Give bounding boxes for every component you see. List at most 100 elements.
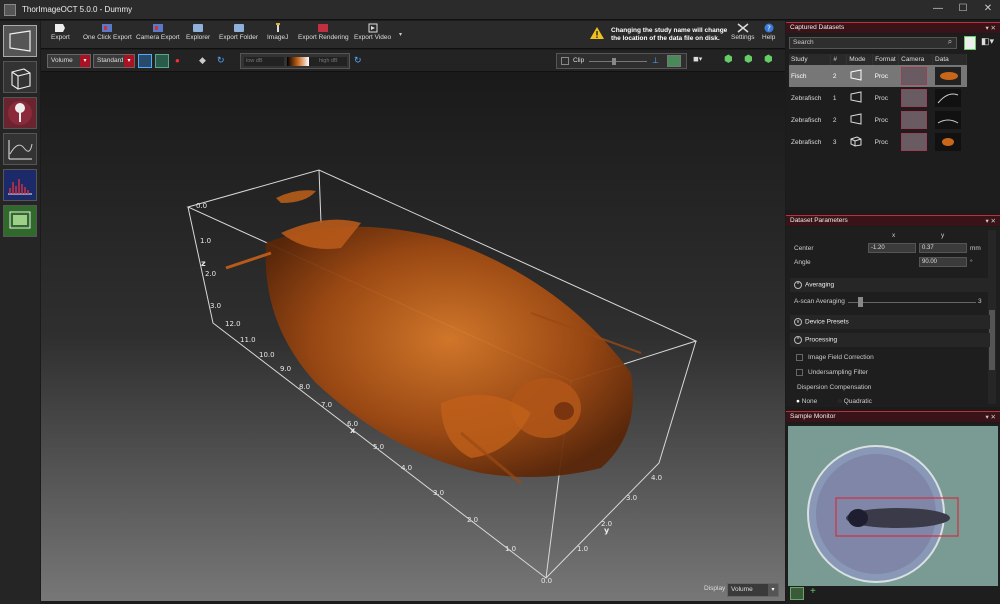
- camera-thumbnail: [900, 67, 927, 85]
- display-select[interactable]: Volume ▾: [727, 583, 779, 597]
- undersampling-checkbox[interactable]: [796, 369, 803, 376]
- clip-image-icon[interactable]: [667, 55, 681, 67]
- sample-monitor-title: Sample Monitor: [790, 413, 836, 420]
- processing-section-header[interactable]: ^ Processing: [790, 333, 990, 347]
- mode-2d-icon: [847, 109, 873, 131]
- dock-3d-view-button[interactable]: [3, 61, 37, 93]
- column-format[interactable]: Format: [872, 54, 900, 65]
- clip-slider-handle[interactable]: [612, 58, 616, 65]
- colormap-button[interactable]: [155, 54, 169, 68]
- close-icon[interactable]: ✕: [980, 3, 996, 14]
- db-range-slider[interactable]: low dB high dB: [240, 53, 350, 69]
- clip-checkbox[interactable]: [561, 57, 569, 65]
- study-options-icon[interactable]: ◧▾: [981, 36, 995, 50]
- angle-input[interactable]: 90.00: [919, 257, 967, 267]
- export-video-label: Export Video: [354, 34, 392, 41]
- one-click-export-button[interactable]: One Click Export: [83, 23, 132, 41]
- x-axis-label: x: [350, 426, 356, 435]
- view-toggle-button[interactable]: [138, 54, 152, 68]
- dispersion-quadratic-radio[interactable]: ○ Quadratic: [838, 398, 872, 405]
- cube-top-icon[interactable]: ⬢: [764, 54, 773, 65]
- rotate-icon[interactable]: ↻: [217, 55, 225, 66]
- dock-spectrum-button[interactable]: [3, 169, 37, 201]
- table-row[interactable]: Zebrafisch 3 Proc: [789, 131, 967, 153]
- center-label: Center: [794, 245, 814, 252]
- display-value: Volume: [731, 586, 753, 593]
- table-row[interactable]: Zebrafisch 2 Proc: [789, 109, 967, 131]
- center-y-input[interactable]: 0.37: [919, 243, 967, 253]
- image-field-checkbox[interactable]: [796, 354, 803, 361]
- minimize-icon[interactable]: —: [930, 3, 946, 14]
- dock-monitor-button[interactable]: [3, 205, 37, 237]
- table-row[interactable]: Fisch 2 Proc: [789, 65, 967, 87]
- search-icon[interactable]: ⌕: [944, 37, 956, 49]
- pin-icon[interactable]: ⊥: [652, 56, 659, 65]
- refresh-icon[interactable]: ↻: [354, 55, 362, 66]
- low-db-field[interactable]: low dB: [244, 57, 284, 66]
- export-folder-button[interactable]: Export Folder: [219, 23, 258, 41]
- volume-viewport[interactable]: 0.0 1.0 2.0 3.0 z 12.0 11.0 10.0 9.0 8.0…: [41, 73, 785, 601]
- export-button[interactable]: Export: [51, 23, 70, 41]
- cube-front-icon[interactable]: ⬢: [724, 54, 733, 65]
- x-tick-label: 9.0: [280, 365, 291, 373]
- averaging-section-header[interactable]: ^ Averaging: [790, 278, 990, 292]
- monitor-tool-icon[interactable]: [790, 587, 804, 600]
- imagej-icon: [272, 23, 284, 33]
- dock-probe-button[interactable]: [3, 97, 37, 129]
- camera-thumbnail: [900, 111, 927, 129]
- rendering-icon: [317, 23, 329, 33]
- render-mode-select[interactable]: Volume ▾: [47, 54, 91, 68]
- column-study[interactable]: Study: [789, 54, 832, 65]
- export-rendering-button[interactable]: Export Rendering: [298, 23, 349, 41]
- settings-button[interactable]: Settings: [731, 23, 755, 41]
- dispersion-none-radio[interactable]: ● None: [796, 398, 817, 405]
- collapse-icon: ^: [794, 281, 802, 289]
- export-video-button[interactable]: Export Video: [354, 23, 391, 41]
- export-video-dropdown-icon[interactable]: ▾: [399, 31, 402, 38]
- view-presets-icon[interactable]: ◼▾: [693, 55, 702, 63]
- y-tick-label: 3.0: [626, 494, 637, 502]
- panel-pin-icon[interactable]: ▾ ✕: [985, 217, 996, 225]
- preset-select[interactable]: Standard ▾: [93, 54, 135, 68]
- mode-2d-icon: [847, 87, 873, 109]
- image-field-correction-option[interactable]: Image Field Correction: [796, 354, 874, 361]
- number-cell: 1: [832, 94, 837, 102]
- table-row[interactable]: Zebrafisch 1 Proc: [789, 87, 967, 109]
- panel-pin-icon[interactable]: ▾ ✕: [985, 413, 996, 421]
- ascan-slider-handle[interactable]: [858, 297, 863, 307]
- x-tick-label: 3.0: [433, 489, 444, 497]
- undersampling-filter-option[interactable]: Undersampling Filter: [796, 369, 868, 376]
- imagej-button[interactable]: ImageJ: [267, 23, 288, 41]
- preset-value: Standard: [97, 57, 124, 64]
- device-presets-section-header[interactable]: v Device Presets: [790, 315, 990, 329]
- ascan-averaging-slider[interactable]: [848, 302, 976, 303]
- none-label: None: [801, 398, 818, 405]
- column-number[interactable]: #: [830, 54, 848, 65]
- export-label: Export: [51, 34, 70, 41]
- high-db-field[interactable]: high dB: [309, 57, 347, 66]
- panel-pin-icon[interactable]: ▾ ✕: [985, 24, 996, 32]
- folder-icon: [192, 23, 204, 33]
- column-mode[interactable]: Mode: [846, 54, 874, 65]
- z-tick-label: 1.0: [200, 237, 211, 245]
- add-icon[interactable]: +: [810, 586, 816, 597]
- explorer-button[interactable]: Explorer: [186, 23, 210, 41]
- camera-export-button[interactable]: Camera Export: [136, 23, 180, 41]
- x-tick-label: 4.0: [401, 464, 412, 472]
- column-data[interactable]: Data: [932, 54, 967, 65]
- rgb-channels-icon[interactable]: ●: [175, 56, 180, 65]
- sample-camera-view[interactable]: [788, 426, 998, 586]
- help-button[interactable]: ? Help: [762, 23, 775, 41]
- column-camera[interactable]: Camera: [898, 54, 934, 65]
- cube-icon[interactable]: ◆: [199, 55, 206, 66]
- mode-3d-icon: [847, 131, 873, 153]
- center-x-input[interactable]: -1.20: [868, 243, 916, 253]
- y-tick-label: 1.0: [577, 545, 588, 553]
- new-study-icon[interactable]: [964, 36, 976, 50]
- clip-slider[interactable]: [589, 61, 647, 62]
- maximize-icon[interactable]: ☐: [955, 3, 971, 14]
- dock-plot-button[interactable]: [3, 133, 37, 165]
- dataset-search-input[interactable]: Search: [789, 37, 957, 49]
- cube-side-icon[interactable]: ⬢: [744, 54, 753, 65]
- dock-2d-view-button[interactable]: [3, 25, 37, 57]
